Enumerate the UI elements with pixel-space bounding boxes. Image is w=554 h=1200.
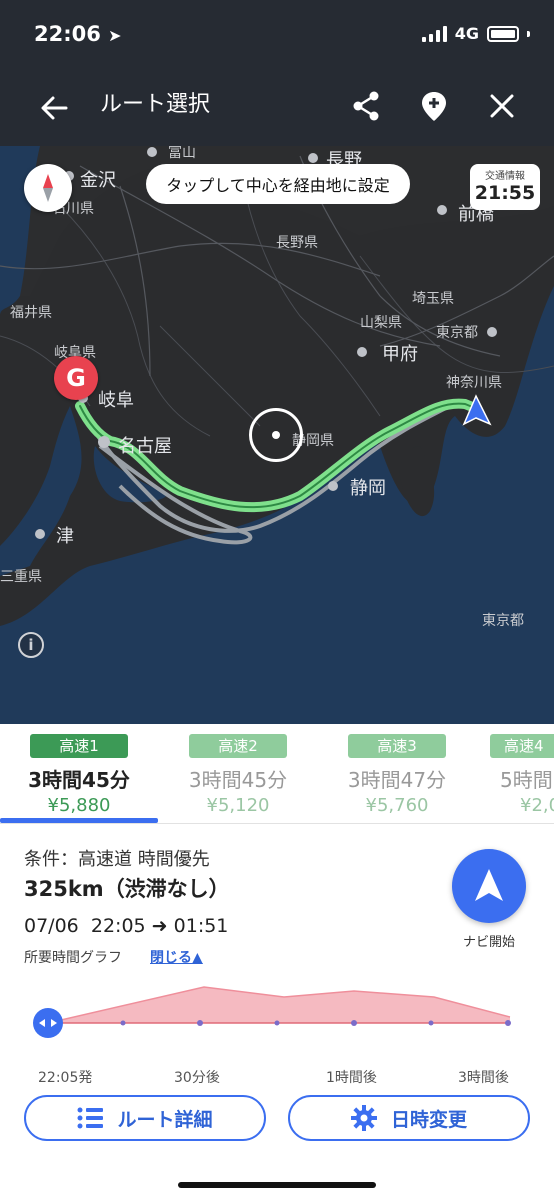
map-label-yamanashi: 山梨県: [360, 315, 402, 331]
route-distance: 325km（渋滞なし）: [24, 877, 230, 901]
change-datetime-label: 日時変更: [390, 1108, 467, 1131]
route-details: 条件：高速道 時間優先 325km（渋滞なし） 07/06 22:05 ➜ 01…: [0, 825, 554, 1200]
graph-axis-label: 3時間後: [458, 1070, 509, 1086]
traffic-info-button[interactable]: 交通情報 21:55: [470, 164, 540, 210]
set-waypoint-tip[interactable]: タップして中心を経由地に設定: [146, 164, 410, 204]
goal-marker[interactable]: G: [54, 356, 98, 400]
battery-icon: [487, 25, 519, 42]
signal-icon: [421, 25, 447, 42]
route-map[interactable]: 富山 長野 金沢 石川県 前橋 長野県 福井県 埼玉県 山梨県 東京都 甲府 岐…: [0, 146, 554, 724]
status-time: 22:06 ➤: [34, 22, 122, 46]
active-tab-indicator: [0, 818, 158, 823]
info-icon[interactable]: i: [18, 632, 44, 658]
traffic-info-label: 交通情報: [485, 171, 525, 182]
status-icons: 4G: [421, 24, 530, 43]
map-label-toyama: 富山: [168, 146, 196, 161]
graph-axis-label: 22:05発: [38, 1070, 93, 1086]
route-option-1[interactable]: 高速1 3時間45分 ¥5,880: [14, 734, 144, 816]
map-label-tsu: 津: [56, 526, 74, 547]
route-option-2[interactable]: 高速2 3時間45分 ¥5,120: [173, 734, 303, 816]
route-time: 3時間47分: [347, 768, 447, 792]
start-navigation-button[interactable]: [452, 849, 526, 923]
route-condition: 条件：高速道 時間優先: [24, 849, 210, 870]
graph-axis-label: 30分後: [174, 1070, 220, 1086]
route-option-3[interactable]: 高速3 3時間47分 ¥5,760: [332, 734, 462, 816]
map-label-fukui: 福井県: [10, 305, 52, 321]
route-time: 3時間45分: [28, 768, 130, 792]
battery-nub: [527, 30, 530, 37]
gear-icon: [350, 1105, 377, 1131]
route-detail-label: ルート詳細: [117, 1108, 213, 1131]
route-detail-button[interactable]: ルート詳細: [24, 1095, 266, 1141]
share-icon[interactable]: [348, 88, 384, 124]
route-time: 5時間: [500, 768, 553, 792]
map-label-kofu: 甲府: [382, 344, 418, 365]
list-icon: [77, 1107, 104, 1129]
depart-time: 22:05: [90, 915, 146, 937]
graph-close-link[interactable]: 閉じる▲: [150, 947, 203, 967]
travel-date: 07/06: [24, 915, 79, 937]
add-pin-icon[interactable]: [416, 88, 452, 124]
route-option-4[interactable]: 高速4 5時間 ¥2,0: [490, 734, 554, 816]
map-label-nagano-pref: 長野県: [276, 235, 318, 251]
clock: 22:06: [34, 22, 101, 46]
compass-icon: [43, 174, 53, 202]
arrow-icon: ➜: [151, 915, 168, 937]
travel-time-graph: [33, 986, 511, 1038]
route-options: 高速1 3時間45分 ¥5,880 高速2 3時間45分 ¥5,120 高速3 …: [0, 724, 554, 824]
map-label-saitama: 埼玉県: [412, 291, 454, 307]
network-label: 4G: [454, 24, 479, 43]
compass-button[interactable]: [24, 164, 72, 212]
map-label-tokyo-sea: 東京都: [482, 613, 524, 629]
close-icon[interactable]: [484, 88, 520, 124]
route-time: 3時間45分: [188, 768, 288, 792]
route-badge: 高速3: [348, 734, 446, 758]
home-indicator[interactable]: [178, 1182, 376, 1188]
status-bar: 22:06 ➤ 4G: [0, 0, 554, 72]
map-label-kanagawa: 神奈川県: [446, 375, 502, 391]
header: ルート選択: [0, 72, 554, 146]
graph-axis-label: 1時間後: [326, 1070, 377, 1086]
location-arrow-icon: ➤: [108, 26, 122, 45]
map-label-mie: 三重県: [0, 569, 42, 585]
change-datetime-button[interactable]: 日時変更: [288, 1095, 530, 1141]
back-arrow-icon[interactable]: [36, 90, 72, 126]
route-fare: ¥2,0: [520, 795, 554, 816]
route-badge: 高速4: [490, 734, 554, 758]
route-fare: ¥5,880: [47, 795, 111, 816]
map-center-crosshair: [249, 408, 303, 462]
map-label-gifu: 岐阜: [98, 390, 134, 411]
time-range: 07/06 22:05 ➜ 01:51: [24, 915, 228, 937]
page-title: ルート選択: [100, 92, 211, 117]
map-label-kanazawa: 金沢: [80, 170, 116, 191]
arrive-time: 01:51: [173, 915, 229, 937]
route-badge: 高速1: [30, 734, 128, 758]
traffic-info-time: 21:55: [474, 182, 536, 204]
route-fare: ¥5,760: [365, 795, 429, 816]
start-navigation-label: ナビ開始: [462, 935, 515, 950]
map-label-tokyo: 東京都: [436, 325, 478, 341]
map-label-shizuoka: 静岡: [350, 478, 386, 499]
route-fare: ¥5,120: [206, 795, 270, 816]
route-badge: 高速2: [189, 734, 287, 758]
navigation-arrow-icon: [475, 869, 503, 901]
map-label-nagoya: 名古屋: [118, 436, 172, 457]
graph-label: 所要時間グラフ: [24, 950, 122, 966]
